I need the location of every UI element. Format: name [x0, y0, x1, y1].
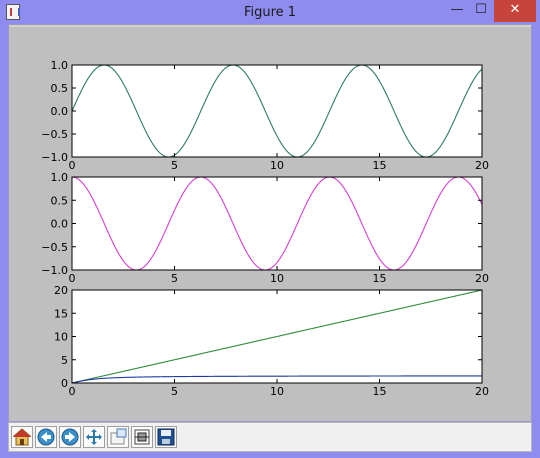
close-button[interactable]: ✕ [494, 0, 536, 22]
save-icon [157, 428, 175, 446]
y-tick-label-3-0: 20 [54, 284, 68, 297]
title-bar: Figure 1 — ☐ ✕ [0, 0, 540, 24]
y-tick-label-3-3: 5 [61, 354, 68, 367]
zoom-button[interactable] [107, 426, 129, 448]
home-button[interactable] [11, 426, 33, 448]
y-tick-label-2-3: −0.5 [41, 241, 68, 254]
x-tick-label-1-3: 15 [373, 159, 387, 172]
navigation-toolbar [8, 422, 532, 452]
y-tick-label-1-1: 0.5 [51, 82, 69, 95]
y-tick-label-3-1: 15 [54, 307, 68, 320]
subplots-icon [134, 429, 150, 445]
y-tick-label-1-2: 0.0 [51, 105, 69, 118]
back-button[interactable] [35, 426, 57, 448]
axes-1 [72, 65, 482, 157]
x-tick-label-1-1: 5 [171, 159, 178, 172]
y-tick-label-2-2: 0.0 [51, 218, 69, 231]
x-tick-label-2-3: 15 [373, 272, 387, 285]
y-tick-label-2-0: 1.0 [51, 171, 69, 184]
axes-2 [72, 177, 482, 270]
minimize-button[interactable]: — [446, 0, 468, 22]
forward-button[interactable] [59, 426, 81, 448]
maximize-button[interactable]: ☐ [470, 0, 492, 22]
figure-canvas: 0 5 10 15 20 1.0 0.5 0.0 −0.5 −1.0 0 5 10 15 20 1.0 0.5 0… [9, 27, 531, 421]
zoom-icon [110, 428, 127, 445]
x-tick-label-1-2: 10 [270, 159, 284, 172]
x-tick-label-2-4: 20 [475, 272, 489, 285]
x-tick-label-2-1: 5 [171, 272, 178, 285]
y-tick-label-2-4: −1.0 [41, 264, 68, 277]
x-tick-label-1-4: 20 [475, 159, 489, 172]
x-tick-label-2-2: 10 [270, 272, 284, 285]
x-tick-label-3-4: 20 [475, 385, 489, 398]
forward-icon [61, 428, 79, 446]
plot-area: 0 5 10 15 201.00.50.0−0.5−1.00 5 10 15 201.00.50… [41, 59, 489, 398]
pan-icon [86, 429, 102, 445]
back-icon [37, 428, 55, 446]
x-tick-label-3-1: 5 [171, 385, 178, 398]
y-tick-label-2-1: 0.5 [51, 194, 69, 207]
home-icon [12, 428, 32, 446]
y-tick-label-1-4: −1.0 [41, 151, 68, 164]
subplots-button[interactable] [131, 426, 153, 448]
y-tick-label-1-3: −0.5 [41, 128, 68, 141]
x-tick-label-3-0: 0 [69, 385, 76, 398]
y-tick-label-1-0: 1.0 [51, 59, 69, 72]
pan-button[interactable] [83, 426, 105, 448]
y-tick-label-3-4: 0 [61, 377, 68, 390]
y-tick-label-3-2: 10 [54, 331, 68, 344]
x-tick-label-3-2: 10 [270, 385, 284, 398]
x-tick-label-2-0: 0 [69, 272, 76, 285]
x-tick-label-3-3: 15 [373, 385, 387, 398]
x-tick-label-1-0: 0 [69, 159, 76, 172]
save-button[interactable] [155, 426, 177, 448]
